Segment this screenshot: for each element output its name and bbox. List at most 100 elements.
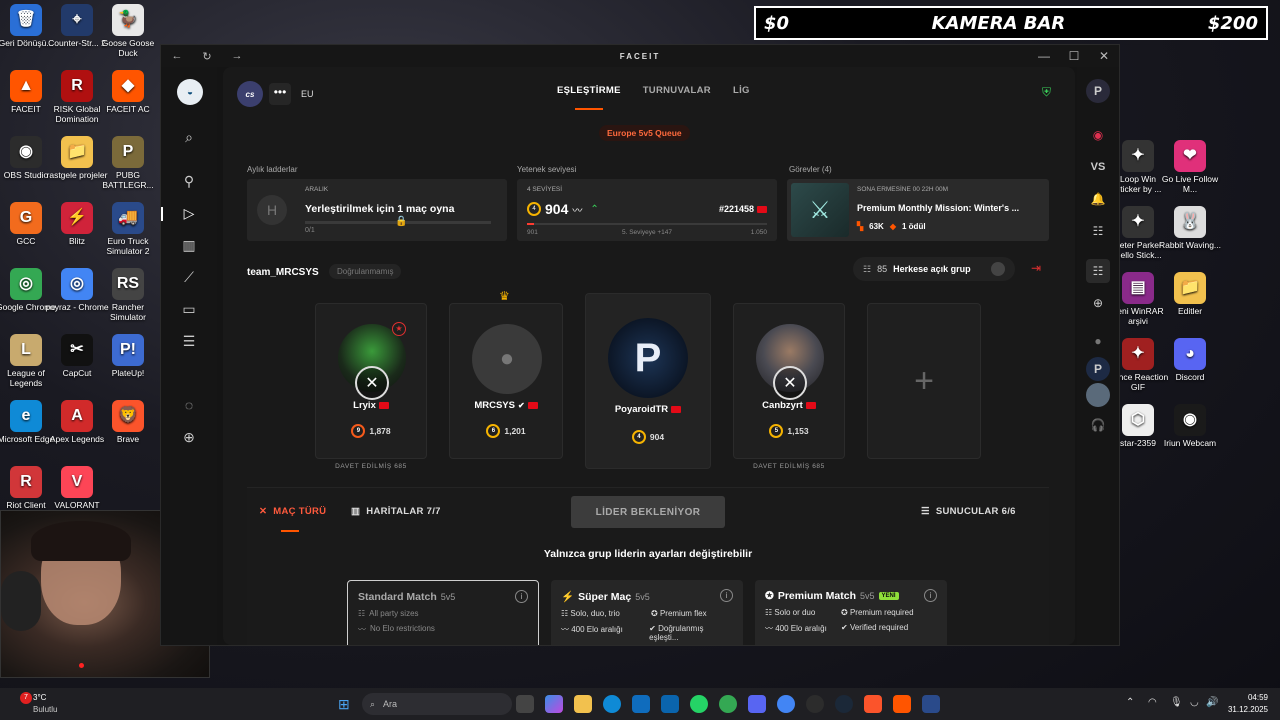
mission-card[interactable]: ⚔ SONA ERMESİNE 00 22H 00M Premium Month… — [787, 179, 1049, 241]
tab-match-type[interactable]: ✕ MAÇ TÜRÜ — [259, 506, 326, 517]
windows-start-icon[interactable]: ⊞ — [338, 696, 350, 713]
taskbar-search[interactable]: ⌕ Ara — [362, 693, 512, 715]
desktop-shortcut[interactable]: ◆ FACEIT AC — [96, 70, 160, 114]
region-label[interactable]: EU — [301, 89, 314, 99]
desktop-shortcut[interactable]: P PUBG BATTLEGR... — [96, 136, 160, 190]
desktop-shortcut[interactable]: P! PlateUp! — [96, 334, 160, 378]
stats-icon[interactable]: ⟋ — [177, 265, 201, 289]
discord-icon[interactable] — [748, 695, 766, 713]
clock-date[interactable]: 31.12.2025 — [1222, 705, 1268, 714]
network-icon[interactable]: ◠ — [1148, 697, 1157, 708]
leaderboard-icon[interactable]: ▥ — [177, 233, 201, 257]
headset-icon[interactable]: 🎧 — [1086, 413, 1110, 437]
search-icon[interactable]: ⌕ — [177, 125, 201, 149]
mode-premium[interactable]: ✪ Premium Match 5v5 YENİ i ☷ Solo or duo ✪ P… — [755, 580, 947, 645]
minimize-button[interactable]: — — [1029, 45, 1059, 67]
live-icon[interactable]: ◉ — [1086, 123, 1110, 147]
points-icon: ▚ — [857, 222, 864, 231]
desktop-shortcut-label: PUBG BATTLEGR... — [102, 170, 154, 190]
volume-icon[interactable]: 🔊 — [1206, 697, 1218, 708]
tab-servers[interactable]: ☰ SUNUCULAR 6/6 — [921, 506, 1016, 517]
add-friend-icon[interactable]: ⊕ — [1086, 291, 1110, 315]
player-card-poyaroidtr[interactable]: P PoyaroidTR 4 904 — [585, 293, 711, 469]
mode-standard[interactable]: Standard Match 5v5 i ☷ All party sizes 〰 No… — [347, 580, 539, 645]
desktop-shortcut[interactable]: ◉ Iriun Webcam — [1158, 404, 1222, 448]
bell-icon[interactable]: 🔔 — [1086, 187, 1110, 211]
player-card-canbzyrt[interactable]: ✕ Canbzyrt 5 1,153 — [733, 303, 845, 459]
desktop-shortcut[interactable]: 🚚 Euro Truck Simulator 2 — [96, 202, 160, 256]
profile-avatar-icon[interactable]: ◒ — [177, 79, 203, 105]
remove-player-icon[interactable]: ✕ — [355, 366, 389, 400]
waiting-leader-button[interactable]: LİDER BEKLENİYOR — [571, 496, 725, 528]
tab-matchmaking[interactable]: EŞLEŞTİRME — [557, 85, 621, 110]
skill-card[interactable]: 4 SEVİYESİ 4 904 〰 ⌃ #221458 901 5. Sevi… — [517, 179, 777, 241]
close-button[interactable]: ✕ — [1089, 45, 1119, 67]
task-view-icon[interactable] — [516, 695, 534, 713]
maximize-button[interactable]: ☐ — [1059, 45, 1089, 67]
back-button[interactable]: ← — [165, 50, 189, 62]
user-avatar-icon[interactable]: P — [1086, 79, 1110, 103]
file-explorer-icon[interactable] — [574, 695, 592, 713]
add-icon[interactable]: ⊕ — [177, 425, 201, 449]
tray-chevron-icon[interactable]: ⌃ — [1126, 697, 1134, 708]
friends-icon[interactable]: ☷ — [1086, 219, 1110, 243]
leave-party-icon[interactable]: ⇥ — [1031, 261, 1041, 275]
steam-icon[interactable] — [835, 695, 853, 713]
video-icon[interactable]: ▭ — [177, 297, 201, 321]
copilot-icon[interactable] — [545, 695, 563, 713]
invite-slot-plus-icon[interactable]: + — [867, 303, 981, 459]
tab-league[interactable]: LİG — [733, 85, 750, 96]
member-photo-icon[interactable] — [1086, 383, 1110, 407]
ladder-card[interactable]: H ARALIK Yerleştirilmek için 1 maç oyna … — [247, 179, 507, 241]
member-avatar-icon[interactable]: P — [1086, 357, 1110, 381]
party-settings[interactable]: ☷ 85 Herkese açık grup — [853, 257, 1015, 281]
player-card-mrcsys[interactable]: ● MRCSYS ✔ 6 1,201 — [449, 303, 563, 459]
list-icon[interactable]: ☰ — [177, 329, 201, 353]
find-players-icon[interactable]: ⚲ — [177, 169, 201, 193]
bot-icon[interactable]: ◌ — [177, 393, 201, 417]
forward-button[interactable]: → — [225, 50, 249, 62]
tab-maps[interactable]: ▥ HARİTALAR 7/7 — [351, 506, 441, 517]
chrome-profile-icon[interactable] — [777, 695, 795, 713]
desktop-shortcut[interactable]: ❤ Go Live Follow M... — [1158, 140, 1222, 194]
whatsapp-icon[interactable] — [690, 695, 708, 713]
clock-time[interactable]: 04:59 — [1232, 693, 1268, 702]
edge-icon[interactable] — [603, 695, 621, 713]
queue-pill[interactable]: Europe 5v5 Queue — [599, 125, 690, 141]
desktop-shortcut[interactable]: 📁 Editler — [1158, 272, 1222, 316]
obs-icon[interactable] — [806, 695, 824, 713]
info-icon[interactable]: i — [720, 589, 733, 602]
elo-icon: 〰 — [765, 624, 776, 633]
desktop-shortcut[interactable]: V VALORANT — [45, 466, 109, 510]
versus-icon[interactable]: VS — [1086, 155, 1110, 179]
play-icon[interactable]: ▷ — [177, 201, 201, 225]
weather-temp[interactable]: 3°C — [33, 693, 46, 702]
store-icon[interactable] — [632, 695, 650, 713]
refresh-button[interactable]: ↻ — [195, 50, 219, 63]
mode-super[interactable]: ⚡ Süper Maç 5v5 i ☷ Solo, duo, trio ✪ Premi… — [551, 580, 743, 645]
chrome-icon[interactable] — [719, 695, 737, 713]
remove-player-icon[interactable]: ✕ — [773, 366, 807, 400]
info-icon[interactable]: i — [515, 590, 528, 603]
wifi-icon[interactable]: ◡ — [1190, 697, 1199, 708]
brave-icon[interactable] — [864, 695, 882, 713]
desktop-shortcut[interactable]: RS Rancher Simulator — [96, 268, 160, 322]
more-games-button[interactable]: ••• — [269, 83, 291, 105]
anticheat-shield-icon[interactable]: ⛨ — [1042, 85, 1051, 100]
info-icon[interactable]: i — [924, 589, 937, 602]
public-toggle[interactable] — [991, 262, 1005, 276]
outlook-icon[interactable] — [661, 695, 679, 713]
game-selector[interactable]: cs — [237, 81, 263, 107]
desktop-shortcut[interactable]: 🐰 Rabbit Waving... — [1158, 206, 1222, 250]
desktop-shortcut[interactable]: ◕ Discord — [1158, 338, 1222, 382]
desktop-shortcut[interactable]: 🦁 Brave — [96, 400, 160, 444]
weather-desc[interactable]: Bulutlu — [33, 705, 57, 714]
mic-icon[interactable]: 🎙 — [1170, 697, 1183, 708]
party-icon[interactable]: ☷ — [1086, 259, 1110, 283]
member-icon[interactable]: ● — [1086, 329, 1110, 353]
desktop-shortcut[interactable]: 🦆 Goose Goose Duck — [96, 4, 160, 58]
ets2-icon[interactable] — [922, 695, 940, 713]
tab-tournaments[interactable]: TURNUVALAR — [643, 85, 711, 96]
player-card-lryix[interactable]: ✕ ★ Lryix 9 1,878 — [315, 303, 427, 459]
faceit-icon[interactable] — [893, 695, 911, 713]
